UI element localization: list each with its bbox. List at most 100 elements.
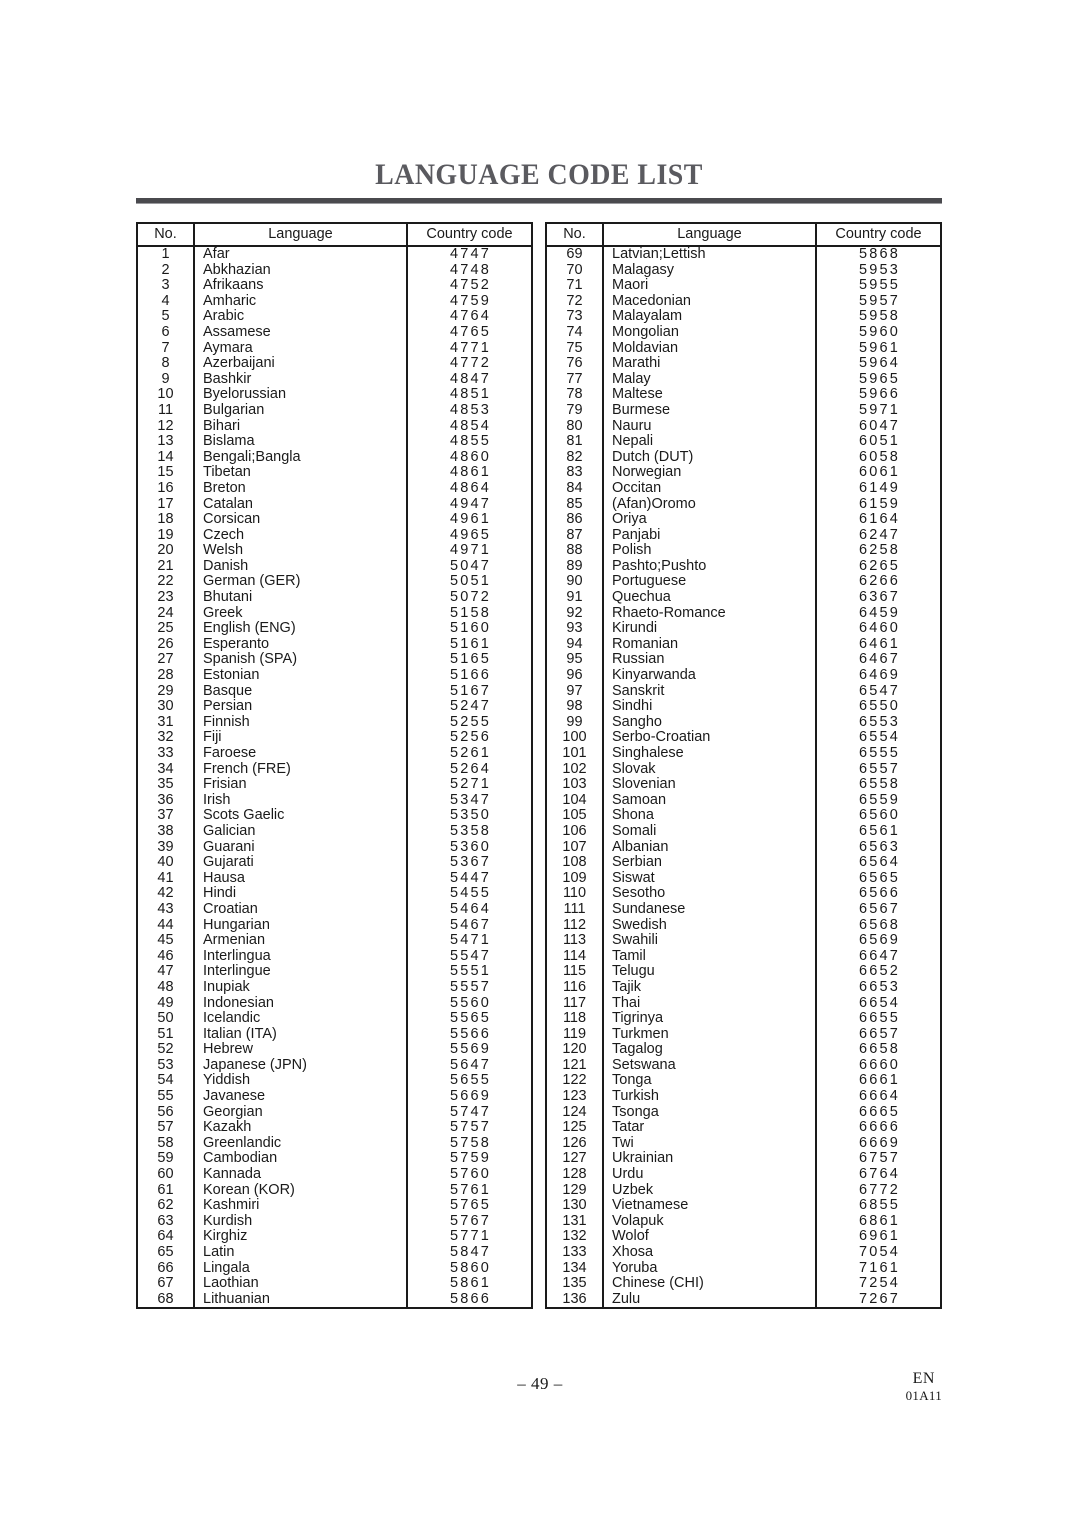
cell-language: Georgian — [194, 1104, 408, 1121]
cell-country-code: 6159 — [858, 495, 901, 512]
cell-country-code: 6772 — [858, 1181, 901, 1198]
table-row: 96 Kinyarwanda 6469 — [547, 667, 940, 684]
table-row: 29 Basque 5167 — [138, 683, 531, 700]
cell-language: Albanian — [603, 839, 817, 856]
table-row: 86 Oriya 6164 — [547, 511, 940, 528]
cell-country-code: 6061 — [858, 464, 901, 481]
cell-country-code: 4860 — [449, 448, 492, 465]
cell-no: 40 — [138, 855, 195, 871]
cell-no: 130 — [547, 1198, 604, 1214]
table-row: 101 Singhalese 6555 — [547, 745, 940, 762]
table-row: 13 Bislama 4855 — [138, 434, 531, 450]
cell-country-code: 5271 — [449, 776, 492, 793]
cell-language: Turkish — [603, 1088, 817, 1105]
cell-no: 57 — [138, 1120, 195, 1136]
table-row: 20 Welsh 4971 — [138, 543, 531, 559]
cell-country-code: 5955 — [858, 277, 901, 294]
cell-country-code: 5547 — [449, 947, 492, 964]
table-row: 66 Lingala 5860 — [138, 1260, 531, 1277]
cell-no: 60 — [138, 1166, 195, 1183]
cell-country-code: 6961 — [858, 1228, 901, 1245]
cell-no: 71 — [547, 278, 604, 294]
table-row: 95 Russian 6467 — [547, 652, 940, 669]
table-row: 70 Malagasy 5953 — [547, 262, 940, 279]
cell-no: 110 — [547, 886, 604, 902]
cell-no: 51 — [138, 1026, 195, 1043]
table-row: 30 Persian 5247 — [138, 699, 531, 715]
table-header-row: No. Language Country code — [138, 224, 531, 247]
cell-country-code: 5866 — [449, 1290, 492, 1307]
cell-language: Lingala — [194, 1260, 408, 1277]
cell-no: 12 — [138, 418, 195, 435]
cell-language: Assamese — [194, 324, 408, 341]
cell-language: Faroese — [194, 745, 408, 762]
cell-country-code: 4748 — [449, 261, 492, 278]
cell-no: 29 — [138, 683, 195, 700]
cell-country-code: 4847 — [449, 370, 492, 387]
cell-country-code: 6652 — [858, 963, 901, 980]
cell-language: Byelorussian — [194, 387, 408, 403]
cell-country-code: 6658 — [858, 1041, 901, 1058]
cell-country-code: 6669 — [858, 1134, 901, 1151]
cell-country-code: 5958 — [858, 308, 901, 325]
cell-no: 9 — [138, 371, 195, 388]
cell-language: Yiddish — [194, 1073, 408, 1090]
cell-country-code: 6560 — [858, 807, 901, 824]
cell-language: Cambodian — [194, 1151, 408, 1168]
table-row: 64 Kirghiz 5771 — [138, 1229, 531, 1245]
cell-no: 24 — [138, 605, 195, 622]
table-row: 121 Setswana 6660 — [547, 1057, 940, 1074]
cell-country-code: 6247 — [858, 526, 901, 543]
cell-language: Yoruba — [603, 1260, 817, 1277]
cell-no: 121 — [547, 1057, 604, 1074]
table-row: 28 Estonian 5166 — [138, 667, 531, 684]
table-row: 93 Kirundi 6460 — [547, 621, 940, 637]
table-row: 75 Moldavian 5961 — [547, 339, 940, 357]
table-row: 60 Kannada 5760 — [138, 1166, 531, 1183]
cell-no: 36 — [138, 792, 195, 809]
cell-country-code: 5447 — [449, 869, 492, 886]
cell-no: 61 — [138, 1182, 195, 1199]
table-row: 22 German (GER) 5051 — [138, 574, 531, 591]
cell-no: 74 — [547, 324, 604, 341]
cell-language: Samoan — [603, 792, 817, 809]
cell-country-code: 5961 — [858, 339, 901, 356]
cell-language: Maori — [603, 278, 817, 294]
cell-no: 111 — [547, 901, 604, 918]
cell-language: Laothian — [194, 1276, 408, 1292]
cell-country-code: 6164 — [858, 511, 901, 528]
cell-language: Bulgarian — [194, 402, 408, 419]
cell-country-code: 6564 — [858, 854, 901, 871]
cell-country-code: 5765 — [449, 1197, 492, 1214]
cell-no: 32 — [138, 730, 195, 746]
cell-country-code: 6657 — [858, 1025, 901, 1042]
cell-country-code: 5358 — [449, 822, 492, 839]
cell-no: 27 — [138, 652, 195, 669]
table-row: 77 Malay 5965 — [547, 371, 940, 388]
page-footer: – 49 – EN 01A11 — [0, 1370, 1080, 1434]
cell-language: Latin — [194, 1244, 408, 1261]
table-row: 43 Croatian 5464 — [138, 901, 531, 918]
cell-language: Tibetan — [194, 465, 408, 481]
table-row: 2 Abkhazian 4748 — [138, 261, 531, 279]
cell-country-code: 5758 — [449, 1134, 492, 1151]
table-row: 26 Esperanto 5161 — [138, 636, 531, 653]
cell-no: 70 — [547, 262, 604, 279]
table-row: 38 Galician 5358 — [138, 822, 531, 840]
cell-no: 126 — [547, 1135, 604, 1152]
cell-language: Czech — [194, 527, 408, 544]
cell-language: Latvian;Lettish — [603, 246, 817, 263]
cell-country-code: 6855 — [858, 1197, 901, 1214]
table-row: 85 (Afan)Oromo 6159 — [547, 495, 940, 513]
cell-language: Urdu — [603, 1166, 817, 1183]
cell-country-code: 6665 — [858, 1103, 901, 1120]
cell-language: Icelandic — [194, 1010, 408, 1027]
table-row: 133 Xhosa 7054 — [547, 1244, 940, 1261]
cell-language: Tatar — [603, 1120, 817, 1136]
cell-country-code: 6555 — [858, 745, 901, 761]
cell-country-code: 6764 — [858, 1166, 901, 1183]
cell-language: Gujarati — [194, 855, 408, 871]
cell-no: 39 — [138, 839, 195, 856]
cell-language: Bislama — [194, 434, 408, 450]
cell-no: 67 — [138, 1276, 195, 1292]
